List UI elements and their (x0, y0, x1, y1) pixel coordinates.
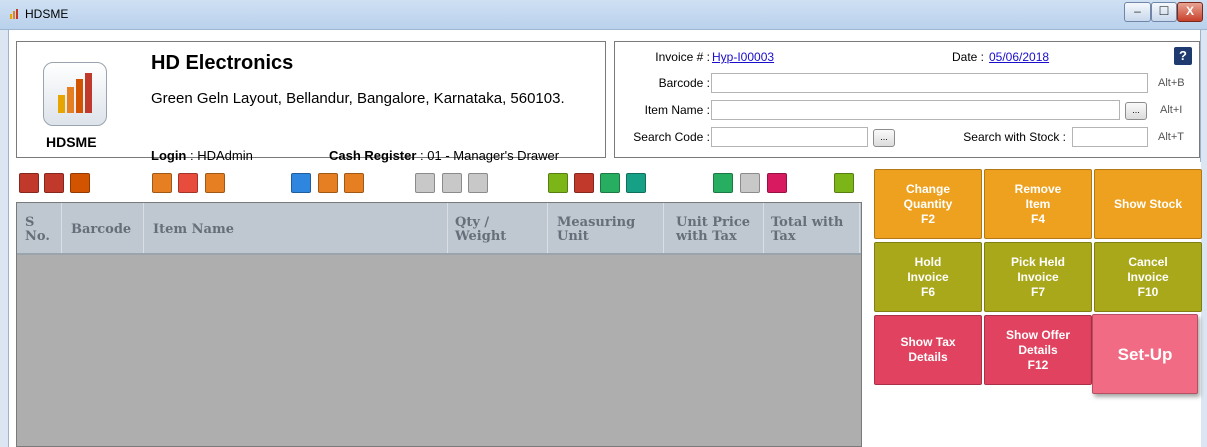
remove-item-button[interactable]: Remove Item F4 (984, 169, 1092, 239)
column-measuring-unit[interactable]: Measuring Unit (557, 216, 635, 244)
column-qty-weight[interactable]: Qty / Weight (455, 216, 506, 244)
login-info: Login : HDAdmin (151, 148, 253, 163)
apps-icon[interactable] (626, 173, 646, 193)
window-title: HDSME (25, 7, 69, 21)
cash-register-info: Cash Register : 01 - Manager's Drawer (329, 148, 560, 163)
search-code-label: Search Code : (633, 130, 710, 144)
delivery-icon[interactable] (344, 173, 364, 193)
ok-icon[interactable] (442, 173, 462, 193)
login-value: HDAdmin (197, 148, 253, 163)
setup-button[interactable]: Set-Up (1092, 314, 1198, 394)
column-total-with-tax[interactable]: Total with Tax (771, 216, 843, 244)
calculator-icon[interactable] (548, 173, 568, 193)
item-name-label: Item Name : (644, 103, 710, 117)
company-name: HD Electronics (151, 52, 294, 74)
search-stock-input[interactable] (1072, 127, 1148, 147)
show-tax-details-button[interactable]: Show Tax Details (874, 315, 982, 385)
column-unit-price[interactable]: Unit Price with Tax (676, 216, 750, 244)
login-label: Login (151, 148, 187, 163)
list-icon[interactable] (415, 173, 435, 193)
cancel-invoice-button[interactable]: Cancel Invoice F10 (1094, 242, 1202, 312)
cart-icon[interactable] (178, 173, 198, 193)
hold-invoice-button[interactable]: Hold Invoice F6 (874, 242, 982, 312)
barcode-hotkey: Alt+B (1158, 77, 1185, 89)
user-icon[interactable] (713, 173, 733, 193)
change-quantity-button[interactable]: Change Quantity F2 (874, 169, 982, 239)
search-code-input[interactable] (711, 127, 868, 147)
show-offer-details-button[interactable]: Show Offer Details F12 (984, 315, 1092, 385)
sales-report-icon[interactable] (44, 173, 64, 193)
column-s-no[interactable]: S No. (25, 216, 50, 244)
invoice-items-grid: S No. Barcode Item Name Qty / Weight Mea… (16, 202, 862, 447)
column-barcode[interactable]: Barcode (71, 223, 131, 237)
logo-text: HDSME (46, 134, 97, 150)
show-stock-button[interactable]: Show Stock (1094, 169, 1202, 239)
barcode-label: Barcode : (658, 76, 710, 90)
invoice-label: Invoice # : (655, 50, 710, 64)
app-logo (43, 62, 107, 126)
search-stock-label: Search with Stock : (963, 130, 1066, 144)
calculator2-icon[interactable] (600, 173, 620, 193)
title-bar: HDSME – ☐ X (0, 0, 1207, 30)
grid-header: S No. Barcode Item Name Qty / Weight Mea… (17, 203, 861, 255)
return-icon[interactable] (205, 173, 225, 193)
date-link[interactable]: 05/06/2018 (989, 50, 1049, 64)
barcode-input[interactable] (711, 73, 1148, 93)
search-hotkey: Alt+T (1158, 131, 1184, 143)
invoice-number-link[interactable]: Hyp-I00003 (712, 50, 774, 64)
cash-register-label: Cash Register (329, 148, 417, 163)
item-name-hotkey: Alt+I (1160, 104, 1183, 116)
clear-icon[interactable] (468, 173, 488, 193)
pick-held-invoice-button[interactable]: Pick Held Invoice F7 (984, 242, 1092, 312)
settings-icon[interactable] (834, 173, 854, 193)
column-item-name[interactable]: Item Name (153, 223, 234, 237)
stock-icon[interactable] (291, 173, 311, 193)
tax-icon[interactable] (574, 173, 594, 193)
edit-invoice-icon[interactable] (152, 173, 172, 193)
maximize-button[interactable]: ☐ (1151, 2, 1177, 22)
app-icon (10, 9, 20, 19)
help-button[interactable]: ? (1174, 47, 1192, 65)
search-code-browse-button[interactable]: ... (873, 129, 895, 147)
company-address: Green Geln Layout, Bellandur, Bangalore,… (151, 90, 565, 107)
close-button[interactable]: X (1177, 2, 1203, 22)
company-panel: HDSME HD Electronics Green Geln Layout, … (16, 41, 606, 163)
minimize-button[interactable]: – (1124, 2, 1151, 22)
item-browse-button[interactable]: ... (1125, 102, 1147, 120)
cash-register-value: 01 - Manager's Drawer (427, 148, 560, 163)
key-icon[interactable] (767, 173, 787, 193)
item-name-input[interactable] (711, 100, 1120, 120)
notes-icon[interactable] (318, 173, 338, 193)
keypad-icon[interactable] (740, 173, 760, 193)
customer-report-icon[interactable] (70, 173, 90, 193)
date-label: Date : (951, 50, 984, 64)
report-icon[interactable] (19, 173, 39, 193)
